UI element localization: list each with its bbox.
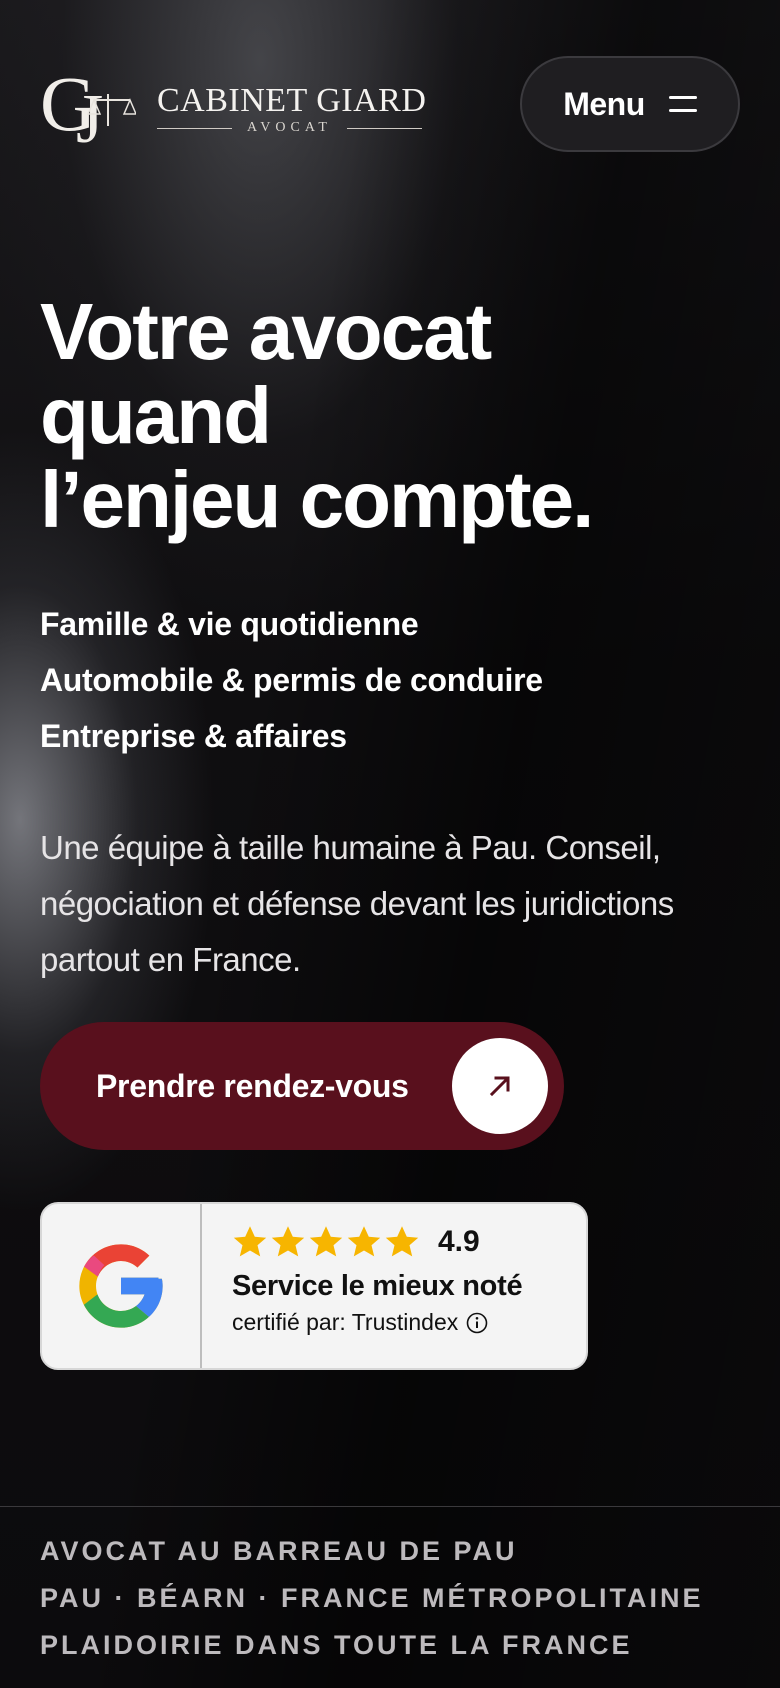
footer-divider <box>0 1506 780 1507</box>
hero-title-line: quand <box>40 371 272 460</box>
hero-title: Votre avocat quand l’enjeu compte. <box>40 290 740 542</box>
footer-tagline: AVOCAT AU BARREAU DE PAU PAU · BÉARN · F… <box>40 1528 760 1669</box>
site-logo[interactable]: G J CABINET GIARD AVOCAT <box>40 64 440 146</box>
logo-divider <box>347 128 422 129</box>
hero-title-line: Votre avocat <box>40 287 492 376</box>
practice-area-item: Entreprise & affaires <box>40 718 347 754</box>
hero-title-line: l’enjeu compte. <box>40 455 594 544</box>
google-g-icon <box>42 1204 202 1368</box>
review-badge[interactable]: 4.9 Service le mieux noté certifié par: … <box>40 1202 588 1370</box>
review-certification-text: certifié par: Trustindex <box>232 1309 459 1335</box>
practice-area-item: Famille & vie quotidienne <box>40 606 419 642</box>
arrow-up-right-icon <box>452 1038 548 1134</box>
star-icon <box>233 1226 267 1257</box>
star-icon <box>385 1226 419 1257</box>
hamburger-icon <box>668 94 697 114</box>
rating-value: 4.9 <box>438 1225 480 1258</box>
logo-monogram-icon: G J <box>40 64 136 146</box>
review-certification: certifié par: Trustindex <box>232 1309 572 1336</box>
review-title: Service le mieux noté <box>232 1270 523 1302</box>
rating-row: 4.9 <box>232 1222 572 1262</box>
logo-subtitle: AVOCAT <box>157 120 422 136</box>
intro-text: Une équipe à taille humaine à Pau. Conse… <box>40 829 674 978</box>
info-icon[interactable] <box>466 1312 488 1334</box>
book-appointment-label: Prendre rendez-vous <box>96 1067 409 1104</box>
practice-area-item: Automobile & permis de conduire <box>40 662 543 698</box>
footer-line: PAU · BÉARN · FRANCE MÉTROPOLITAINE <box>40 1583 704 1613</box>
menu-button[interactable]: Menu <box>520 56 740 152</box>
review-content: 4.9 Service le mieux noté certifié par: … <box>232 1222 572 1336</box>
star-icon <box>347 1226 381 1257</box>
footer-line: PLAIDOIRIE DANS TOUTE LA FRANCE <box>40 1630 633 1660</box>
star-icon <box>309 1226 343 1257</box>
footer-line: AVOCAT AU BARREAU DE PAU <box>40 1536 518 1566</box>
star-icon <box>271 1226 305 1257</box>
menu-label: Menu <box>563 85 645 122</box>
logo-name: CABINET GIARD <box>157 82 427 119</box>
practice-areas-list: Famille & vie quotidienne Automobile & p… <box>40 596 740 764</box>
book-appointment-button[interactable]: Prendre rendez-vous <box>40 1022 564 1150</box>
site-header: G J CABINET GIARD AVOCAT Menu <box>40 56 740 152</box>
